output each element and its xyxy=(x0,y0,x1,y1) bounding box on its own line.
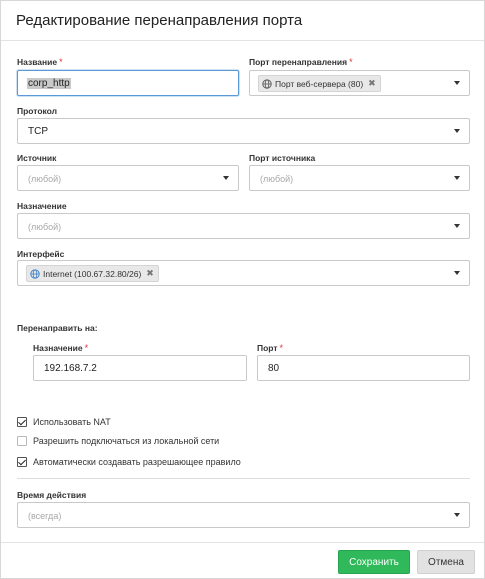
redirect-port-number-label: Порт * xyxy=(257,343,283,353)
schedule-placeholder: (всегда) xyxy=(28,511,62,521)
caret-down-icon[interactable] xyxy=(454,271,460,275)
redirect-destination-value: 192.168.7.2 xyxy=(44,363,97,374)
source-port-placeholder: (любой) xyxy=(260,174,294,184)
required-mark: * xyxy=(59,57,63,67)
source-port-select[interactable]: (любой) xyxy=(249,165,470,191)
name-input[interactable]: corp_http xyxy=(17,70,239,96)
option-allow-local[interactable]: Разрешить подключаться из локальной сети xyxy=(17,436,219,446)
allow-local-checkbox[interactable] xyxy=(17,436,27,446)
protocol-value: TCP xyxy=(28,126,48,137)
redirect-port-label-text: Порт перенаправления xyxy=(249,57,348,67)
redirect-port-number-value: 80 xyxy=(268,363,280,374)
destination-select[interactable]: (любой) xyxy=(17,213,470,239)
name-label: Название * xyxy=(17,57,63,67)
redirect-port-label: Порт перенаправления * xyxy=(249,57,353,67)
divider xyxy=(17,478,470,479)
option-use-nat[interactable]: Использовать NAT xyxy=(17,417,111,427)
source-port-label: Порт источника xyxy=(249,153,316,163)
caret-down-icon[interactable] xyxy=(454,176,460,180)
dialog-header: Редактирование перенаправления порта xyxy=(1,1,484,41)
protocol-label: Протокол xyxy=(17,106,58,116)
redirect-destination-label-text: Назначение xyxy=(33,343,83,353)
remove-chip-icon[interactable]: ✖ xyxy=(146,268,154,279)
schedule-select[interactable]: (всегда) xyxy=(17,502,470,528)
redirect-port-chip: Порт веб-сервера (80) ✖ xyxy=(258,75,381,92)
save-button[interactable]: Сохранить xyxy=(338,550,410,574)
source-select[interactable]: (любой) xyxy=(17,165,239,191)
redirect-destination-input[interactable]: 192.168.7.2 xyxy=(33,355,247,381)
auto-rule-label: Автоматически создавать разрешающее прав… xyxy=(33,457,241,467)
use-nat-checkbox[interactable] xyxy=(17,417,27,427)
interface-label: Интерфейс xyxy=(17,249,65,259)
interface-chip: Internet (100.67.32.80/26) ✖ xyxy=(26,265,159,282)
globe-icon xyxy=(30,268,40,279)
auto-rule-checkbox[interactable] xyxy=(17,457,27,467)
name-input-value: corp_http xyxy=(27,78,71,89)
destination-label: Назначение xyxy=(17,201,67,211)
source-placeholder: (любой) xyxy=(28,174,62,184)
redirect-port-number-label-text: Порт xyxy=(257,343,278,353)
redirect-port-number-input[interactable]: 80 xyxy=(257,355,470,381)
protocol-select[interactable]: TCP xyxy=(17,118,470,144)
caret-down-icon[interactable] xyxy=(454,129,460,133)
name-label-text: Название xyxy=(17,57,58,67)
required-mark: * xyxy=(279,343,284,353)
interface-chip-label: Internet (100.67.32.80/26) xyxy=(43,268,142,279)
interface-select[interactable]: Internet (100.67.32.80/26) ✖ xyxy=(17,260,470,286)
globe-icon xyxy=(262,78,272,89)
schedule-label: Время действия xyxy=(17,490,87,500)
cancel-button[interactable]: Отмена xyxy=(417,550,475,574)
dialog-footer: Сохранить Отмена xyxy=(1,542,484,579)
remove-chip-icon[interactable]: ✖ xyxy=(368,78,376,89)
use-nat-label: Использовать NAT xyxy=(33,417,111,427)
destination-placeholder: (любой) xyxy=(28,222,62,232)
redirect-destination-label: Назначение * xyxy=(33,343,88,353)
dialog-title: Редактирование перенаправления порта xyxy=(16,12,303,29)
redirect-port-chip-label: Порт веб-сервера (80) xyxy=(275,78,364,89)
source-label: Источник xyxy=(17,153,57,163)
caret-down-icon[interactable] xyxy=(454,224,460,228)
port-forward-dialog: Редактирование перенаправления порта Наз… xyxy=(0,0,485,579)
redirect-to-section-label: Перенаправить на: xyxy=(17,323,98,333)
caret-down-icon[interactable] xyxy=(454,513,460,517)
caret-down-icon[interactable] xyxy=(223,176,229,180)
required-mark: * xyxy=(349,57,353,67)
caret-down-icon[interactable] xyxy=(454,81,460,85)
required-mark: * xyxy=(84,343,89,353)
option-auto-rule[interactable]: Автоматически создавать разрешающее прав… xyxy=(17,457,241,467)
redirect-port-select[interactable]: Порт веб-сервера (80) ✖ xyxy=(249,70,470,96)
allow-local-label: Разрешить подключаться из локальной сети xyxy=(33,436,220,446)
